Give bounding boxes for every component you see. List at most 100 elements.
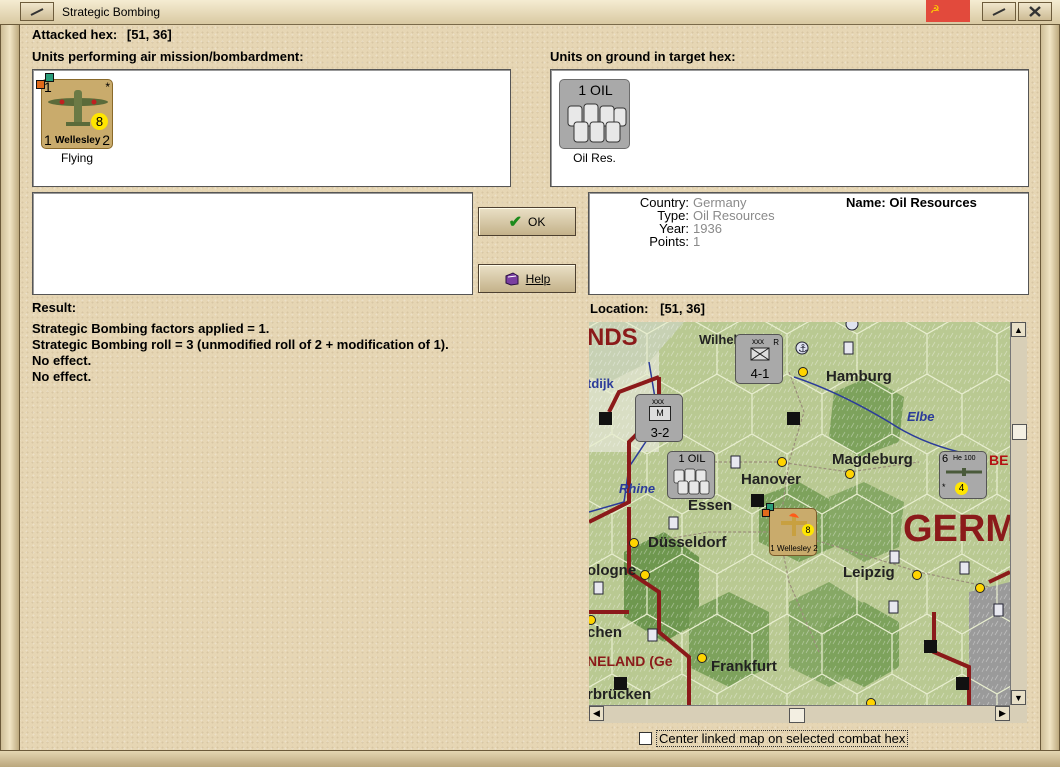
close-button[interactable] xyxy=(1018,2,1052,21)
help-button[interactable]: Help xyxy=(478,264,576,293)
name-row: Name: Oil Resources xyxy=(846,195,977,210)
message-panel xyxy=(32,192,473,295)
location-value: [51, 36] xyxy=(660,301,705,316)
window-title: Strategic Bombing xyxy=(62,5,161,19)
map-label-chen: chen xyxy=(589,624,623,641)
close-icon xyxy=(1029,6,1041,17)
map-counter-he100[interactable]: 6 He 100 * 4 xyxy=(939,451,987,499)
corps-factors: 4-1 xyxy=(750,366,770,381)
minimize-button[interactable] xyxy=(982,2,1016,21)
checkmark-icon: ✔ xyxy=(508,213,523,231)
left-frame xyxy=(0,24,20,752)
attacked-hex-label: Attacked hex: xyxy=(32,27,118,42)
vertical-scroll-thumb[interactable] xyxy=(1012,424,1027,440)
result-line: Strategic Bombing roll = 3 (unmodified r… xyxy=(32,337,449,352)
he100-range: 6 xyxy=(942,453,949,465)
minimize-icon xyxy=(992,8,1006,16)
help-button-label: Help xyxy=(525,271,551,286)
he100-star: * xyxy=(942,482,946,492)
he100-factor-badge: 4 xyxy=(955,482,968,495)
right-frame xyxy=(1040,24,1060,752)
map-label-leipzig: Leipzig xyxy=(843,564,895,581)
title-bar: Strategic Bombing ☭ xyxy=(0,0,1060,25)
map-label-essen: Essen xyxy=(688,497,733,514)
result-line: Strategic Bombing factors applied = 1. xyxy=(32,321,270,336)
map-label-saarbruecken: rbrücken xyxy=(589,686,652,703)
air-unit-status: Flying xyxy=(60,151,93,165)
unit-bottom-left-value: 1 xyxy=(44,132,52,148)
result-line: No effect. xyxy=(32,369,92,384)
unit-factor-badge: 8 xyxy=(91,113,108,130)
svg-text:⚓: ⚓ xyxy=(798,342,808,355)
air-units-panel: 1 * 8 1 Wellesley 2 Flying xyxy=(32,69,511,187)
center-map-checkbox[interactable] xyxy=(639,732,652,745)
scroll-left-arrow-icon[interactable]: ◀ xyxy=(589,706,604,721)
oil-counter-title: 1 OIL xyxy=(578,82,613,98)
map-wellesley-flag-icon xyxy=(762,509,770,517)
mini-map[interactable]: ⚓ NDS Wilhel Hamburg tdijk Elbe Magdebur… xyxy=(589,322,1010,705)
unit-name: Wellesley xyxy=(55,135,101,146)
map-label-rhine: Rhine xyxy=(619,481,656,496)
map-counter-wellesley[interactable]: 8 1 Wellesley 2 xyxy=(762,503,818,556)
horizontal-scroll-thumb[interactable] xyxy=(789,708,805,723)
result-line: No effect. xyxy=(32,353,92,368)
map-label-cologne: ologne xyxy=(589,562,637,579)
map-oil-title: 1 OIL xyxy=(678,453,706,465)
map-vertical-scrollbar[interactable]: ▲ ▼ xyxy=(1010,322,1027,705)
map-label-rheinland: NELAND (Ge xyxy=(589,653,673,669)
mech-size: xxx xyxy=(652,397,664,406)
corps-flag: R xyxy=(773,338,779,347)
air-units-label: Units performing air mission/bombardment… xyxy=(32,49,304,64)
map-counter-mech-corps[interactable]: xxx M 3-2 xyxy=(635,394,683,442)
ground-unit-counter-oil[interactable]: 1 OIL xyxy=(559,79,630,149)
attacked-hex-row: Attacked hex: [51, 36] xyxy=(32,27,172,42)
corps-size: xxx xyxy=(752,337,764,346)
scroll-up-arrow-icon[interactable]: ▲ xyxy=(1011,322,1026,337)
name-value: Oil Resources xyxy=(889,195,977,210)
center-map-checkbox-label[interactable]: Center linked map on selected combat hex xyxy=(656,730,909,747)
map-label-hanover: Hanover xyxy=(741,471,802,488)
location-label: Location: xyxy=(590,301,649,316)
map-label-germany: GERM xyxy=(903,508,1010,550)
map-label-nds: NDS xyxy=(589,324,638,351)
map-label-elbe: Elbe xyxy=(907,409,935,424)
map-label-hamburg: Hamburg xyxy=(826,368,892,385)
map-label-magdeburg: Magdeburg xyxy=(832,451,913,468)
map-counter-oil[interactable]: 1 OIL xyxy=(667,451,715,499)
ground-unit-status: Oil Res. xyxy=(573,151,616,165)
map-oil-barrels-icon xyxy=(673,468,710,495)
location-row: Location: [51, 36] xyxy=(590,301,705,316)
name-label: Name: xyxy=(846,195,886,210)
map-wellesley-factor-badge: 8 xyxy=(802,524,814,536)
oil-barrels-icon xyxy=(567,103,627,143)
help-book-icon xyxy=(505,271,519,286)
ground-units-panel: 1 OIL Oil Res. xyxy=(550,69,1029,187)
map-label-be: BE xyxy=(989,452,1009,468)
map-label-frankfurt: Frankfurt xyxy=(711,658,777,675)
nation-flag-icon: ☭ xyxy=(926,0,970,22)
mech-type: M xyxy=(649,406,671,421)
ok-button[interactable]: ✔ OK xyxy=(478,207,576,236)
mech-factors: 3-2 xyxy=(650,425,670,440)
scrollbar-corner xyxy=(1010,705,1027,723)
infantry-icon xyxy=(750,347,770,361)
ok-button-label: OK xyxy=(528,214,546,229)
map-horizontal-scrollbar[interactable]: ◀ ▶ xyxy=(589,705,1010,723)
points-row: Points: 1 xyxy=(589,234,700,249)
air-unit-counter-wellesley[interactable]: 1 * 8 1 Wellesley 2 xyxy=(36,73,113,149)
map-counter-corps[interactable]: xxx R 4-1 xyxy=(735,334,783,384)
result-label: Result: xyxy=(32,300,77,315)
map-label-dijk: tdijk xyxy=(589,376,614,391)
ground-units-label: Units on ground in target hex: xyxy=(550,49,736,64)
scroll-down-arrow-icon[interactable]: ▼ xyxy=(1011,690,1026,705)
points-value: 1 xyxy=(693,234,701,249)
scroll-right-arrow-icon[interactable]: ▶ xyxy=(995,706,1010,721)
result-text: Strategic Bombing factors applied = 1. S… xyxy=(32,321,582,385)
unit-bottom-right-value: 2 xyxy=(102,132,110,148)
system-menu-button[interactable] xyxy=(20,2,54,21)
attacked-hex-value: [51, 36] xyxy=(126,27,172,42)
bottom-frame xyxy=(0,750,1060,767)
restore-icon xyxy=(30,8,44,16)
fighter-plane-icon xyxy=(946,468,982,476)
map-label-wilhelm: Wilhel xyxy=(699,332,738,347)
